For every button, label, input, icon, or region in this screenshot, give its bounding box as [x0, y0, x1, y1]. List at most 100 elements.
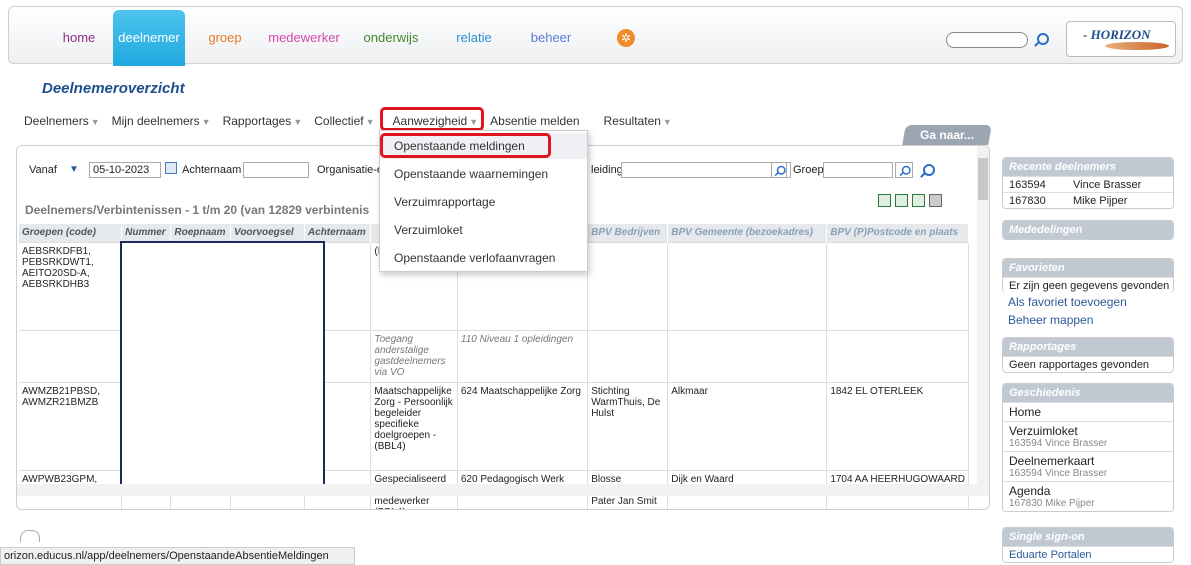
- sso-link[interactable]: Eduarte Portalen: [1003, 546, 1173, 562]
- table-cell: Stichting WarmThuis, De Hulst: [587, 381, 669, 470]
- favorieten-empty: Er zijn geen gegevens gevonden: [1003, 277, 1173, 293]
- horizon-logo: - HORIZON: [1066, 21, 1176, 57]
- table-cell: Alkmaar: [667, 381, 828, 470]
- sub-navigation: Deelnemers ▼ Mijn deelnemers ▼ Rapportages…: [18, 111, 678, 131]
- rapportages-box: Rapportages Geen rapportages gevonden: [1002, 337, 1174, 373]
- history-item[interactable]: Verzuimloket 163594 Vince Brasser: [1003, 421, 1173, 451]
- date-input[interactable]: 05-10-2023: [89, 162, 161, 178]
- subnav-deelnemers[interactable]: Deelnemers ▼: [18, 114, 106, 128]
- global-search-input[interactable]: [946, 32, 1028, 48]
- col-nummer[interactable]: Nummer: [121, 224, 172, 242]
- opleiding-input[interactable]: [621, 162, 791, 178]
- opleiding-search-button[interactable]: [771, 162, 787, 178]
- table-cell: 624 Maatschappelijke Zorg: [457, 381, 589, 470]
- history-item[interactable]: Home: [1003, 402, 1173, 421]
- export-excel-icon[interactable]: [895, 194, 908, 207]
- table-cell: [587, 241, 669, 330]
- calendar-icon[interactable]: [165, 162, 177, 174]
- nav-tab-groep[interactable]: groep: [195, 17, 255, 65]
- history-item[interactable]: Agenda 167830 Mike Pijper: [1003, 481, 1173, 511]
- nav-tab-onderwijs[interactable]: onderwijs: [349, 17, 433, 65]
- add-favorite-link[interactable]: Als favoriet toevoegen: [1002, 294, 1174, 312]
- subnav-absentie-melden[interactable]: Absentie melden: [484, 114, 585, 128]
- groep-input[interactable]: [823, 162, 893, 178]
- status-bar-url: orizon.educus.nl/app/deelnemers/Openstaa…: [0, 547, 355, 565]
- list-item[interactable]: 167830 Mike Pijper: [1003, 192, 1173, 208]
- mededelingen-box: Mededelingen: [1002, 220, 1174, 240]
- redacted-area: [120, 241, 325, 495]
- scrollbar-thumb[interactable]: [978, 158, 988, 200]
- favorieten-title: Favorieten: [1003, 259, 1173, 277]
- gear-icon[interactable]: ✲: [617, 29, 635, 47]
- horizontal-scrollbar[interactable]: [17, 484, 989, 496]
- recente-deelnemers-title: Recente deelnemers: [1003, 158, 1173, 176]
- highlight-aanwezigheid: [380, 107, 484, 131]
- recente-deelnemers-box: Recente deelnemers 163594 Vince Brasser 1…: [1002, 157, 1174, 209]
- sso-box: Single sign-on Eduarte Portalen: [1002, 527, 1174, 563]
- ga-naar-button[interactable]: Ga naar...: [902, 125, 992, 145]
- col-voorvoegsel[interactable]: Voorvoegsel: [230, 224, 305, 242]
- vanaf-label: Vanaf: [29, 164, 57, 176]
- table-cell: 110 Niveau 1 opleidingen: [457, 329, 589, 382]
- nav-tab-home[interactable]: home: [45, 17, 113, 65]
- subnav-collectief[interactable]: Collectief ▼: [308, 114, 380, 128]
- table-cell: [667, 241, 828, 330]
- export-icons: [878, 194, 942, 207]
- col-bpv-bedrijven[interactable]: BPV Bedrijven: [587, 224, 669, 242]
- search-icon[interactable]: [919, 164, 935, 178]
- table-cell: AEBSRKDFB1, PEBSRKDWT1, AEITO20SD-A, AEB…: [19, 241, 123, 330]
- nav-tab-medewerker[interactable]: medewerker: [259, 17, 349, 65]
- table-cell: AWMZB21PBSD, AWMZR21BMZB: [19, 381, 123, 470]
- groep-label: Groep: [793, 164, 824, 176]
- top-navigation-bar: home deelnemer groep medewerker onderwij…: [8, 6, 1183, 66]
- col-achternaam[interactable]: Achternaam: [304, 224, 372, 242]
- export-xls-icon[interactable]: [912, 194, 925, 207]
- menu-item-verzuimloket[interactable]: Verzuimloket: [380, 217, 587, 243]
- highlight-openstaande-meldingen: [380, 133, 551, 158]
- search-icon[interactable]: [1033, 33, 1049, 47]
- geschiedenis-title: Geschiedenis: [1003, 384, 1173, 402]
- subnav-resultaten[interactable]: Resultaten ▼: [598, 114, 678, 128]
- vertical-scrollbar[interactable]: [977, 146, 989, 484]
- table-cell: [19, 329, 123, 382]
- subnav-mijn-deelnemers[interactable]: Mijn deelnemers ▼: [106, 114, 217, 128]
- help-icon[interactable]: [20, 530, 40, 542]
- col-bpv-postcode[interactable]: BPV (P)Postcode en plaats: [826, 224, 969, 242]
- manage-folders-link[interactable]: Beheer mappen: [1002, 312, 1174, 330]
- achternaam-input[interactable]: [243, 162, 309, 178]
- nav-tab-deelnemer[interactable]: deelnemer: [113, 10, 185, 66]
- favorieten-links: Als favoriet toevoegen Beheer mappen: [1002, 294, 1174, 330]
- chevron-down-icon[interactable]: ▼: [69, 164, 79, 175]
- menu-item-openstaande-waarnemingen[interactable]: Openstaande waarnemingen: [380, 161, 587, 187]
- page-title: Deelnemeroverzicht: [42, 80, 185, 97]
- groep-search-button[interactable]: [895, 162, 913, 178]
- rapportages-title: Rapportages: [1003, 338, 1173, 356]
- col-groepen[interactable]: Groepen (code): [19, 224, 123, 242]
- menu-item-openstaande-verlofaanvragen[interactable]: Openstaande verlofaanvragen: [380, 245, 587, 271]
- sso-title: Single sign-on: [1003, 528, 1173, 546]
- export-csv-icon[interactable]: [878, 194, 891, 207]
- menu-item-verzuimrapportage[interactable]: Verzuimrapportage: [380, 189, 587, 215]
- section-title: Deelnemers/Verbintenissen - 1 t/m 20 (va…: [25, 203, 370, 217]
- achternaam-label: Achternaam: [182, 164, 242, 176]
- subnav-rapportages[interactable]: Rapportages ▼: [217, 114, 309, 128]
- table-cell: [587, 329, 669, 382]
- table-cell: Maatschappelijke Zorg - Persoonlijk bege…: [370, 381, 458, 470]
- table-cell: [667, 329, 828, 382]
- history-item[interactable]: Deelnemerkaart 163594 Vince Brasser: [1003, 451, 1173, 481]
- mededelingen-title: Mededelingen: [1003, 221, 1173, 239]
- nav-tab-relatie[interactable]: relatie: [439, 17, 509, 65]
- col-bpv-gemeente[interactable]: BPV Gemeente (bezoekadres): [667, 224, 828, 242]
- table-cell: [826, 329, 969, 382]
- print-icon[interactable]: [929, 194, 942, 207]
- list-item[interactable]: 163594 Vince Brasser: [1003, 176, 1173, 192]
- col-roepnaam[interactable]: Roepnaam: [170, 224, 232, 242]
- search-icon: [774, 165, 786, 177]
- table-cell: [826, 241, 969, 330]
- table-cell: 1842 EL OTERLEEK: [826, 381, 969, 470]
- search-icon: [899, 165, 911, 177]
- nav-tab-beheer[interactable]: beheer: [513, 17, 589, 65]
- rapportages-empty: Geen rapportages gevonden: [1003, 356, 1173, 372]
- opleiding-label: leiding: [591, 164, 623, 176]
- favorieten-box: Favorieten Er zijn geen gegevens gevonde…: [1002, 258, 1174, 293]
